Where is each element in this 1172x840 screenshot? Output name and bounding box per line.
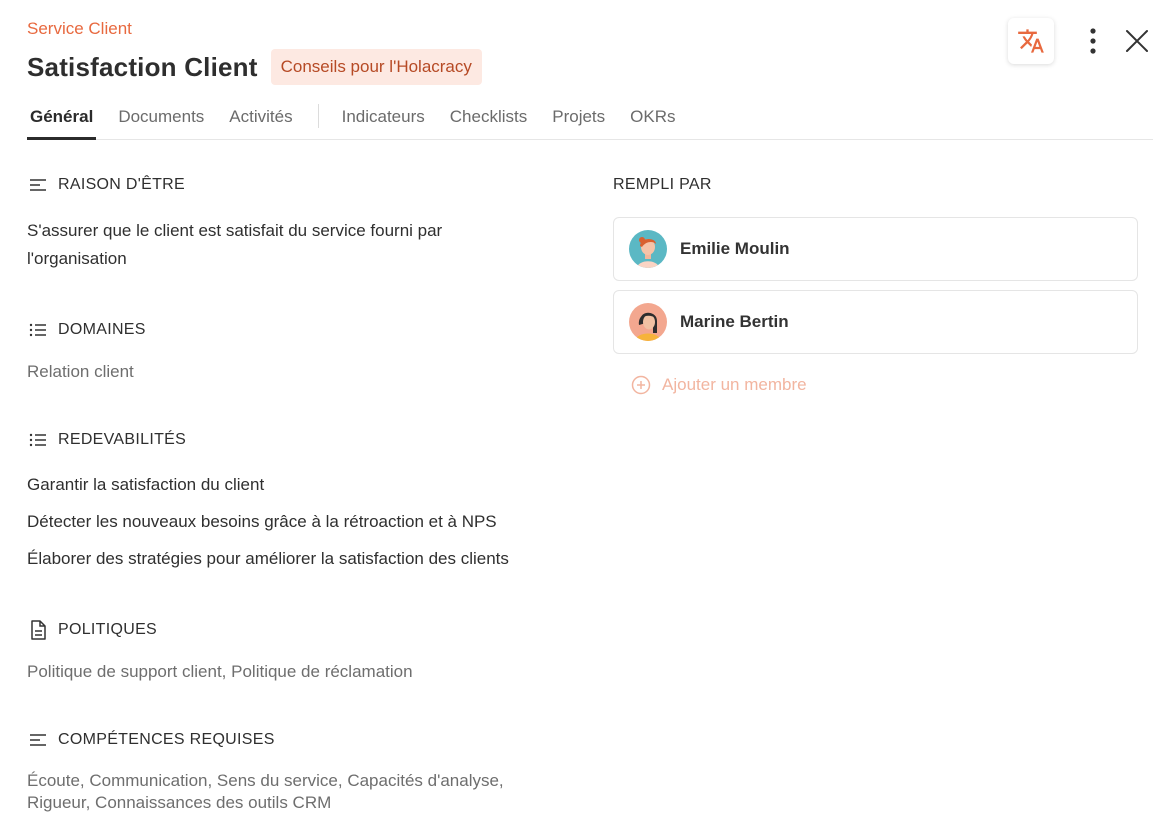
close-icon bbox=[1126, 30, 1148, 52]
add-member-label: Ajouter un membre bbox=[662, 375, 807, 394]
more-vertical-icon bbox=[1090, 28, 1096, 54]
purpose-line: l'organisation bbox=[27, 249, 127, 268]
avatar bbox=[629, 230, 667, 268]
member-card[interactable]: Marine Bertin bbox=[613, 290, 1138, 354]
tab-okrs[interactable]: OKRs bbox=[627, 104, 678, 139]
skills-line: Rigueur, Connaissances des outils CRM bbox=[27, 793, 332, 812]
translate-icon bbox=[1018, 29, 1044, 53]
more-options-button[interactable] bbox=[1078, 18, 1108, 64]
tab-projets[interactable]: Projets bbox=[549, 104, 608, 139]
tab-activites[interactable]: Activités bbox=[226, 104, 295, 139]
member-name: Marine Bertin bbox=[680, 312, 789, 331]
tab-divider bbox=[317, 104, 319, 128]
avatar bbox=[629, 303, 667, 341]
accountability-item: Élaborer des stratégies pour améliorer l… bbox=[27, 549, 509, 568]
holacracy-badge[interactable]: Conseils pour l'Holacracy bbox=[270, 49, 482, 85]
text-lines-icon bbox=[28, 175, 48, 195]
member-card[interactable]: Emilie Moulin bbox=[613, 217, 1138, 281]
domains-header: DOMAINES bbox=[28, 320, 146, 340]
skills-title: COMPÉTENCES REQUISES bbox=[58, 731, 275, 748]
skills-line: Écoute, Communication, Sens du service, … bbox=[27, 771, 504, 790]
list-icon bbox=[28, 320, 48, 340]
accountabilities-title: REDEVABILITÉS bbox=[58, 431, 187, 448]
purpose-title: RAISON D'ÊTRE bbox=[58, 176, 185, 193]
purpose-header: RAISON D'ÊTRE bbox=[28, 175, 185, 195]
tab-documents[interactable]: Documents bbox=[115, 104, 207, 139]
purpose-line: S'assurer que le client est satisfait du… bbox=[27, 221, 443, 240]
filled-by-title: REMPLI PAR bbox=[613, 176, 712, 193]
member-name: Emilie Moulin bbox=[680, 239, 790, 258]
policies-text: Politique de support client, Politique d… bbox=[27, 662, 413, 681]
tab-indicateurs[interactable]: Indicateurs bbox=[339, 104, 428, 139]
accountability-item: Détecter les nouveaux besoins grâce à la… bbox=[27, 512, 497, 531]
list-icon bbox=[28, 430, 48, 450]
policies-title: POLITIQUES bbox=[58, 621, 158, 638]
policies-header: POLITIQUES bbox=[28, 620, 157, 640]
top-actions bbox=[1008, 18, 1152, 64]
plus-circle-icon bbox=[631, 375, 651, 395]
add-member-button[interactable]: Ajouter un membre bbox=[631, 375, 807, 395]
tab-general[interactable]: Général bbox=[27, 104, 97, 140]
breadcrumb[interactable]: Service Client bbox=[27, 19, 132, 39]
document-icon bbox=[28, 620, 48, 640]
title-row: Satisfaction Client Conseils pour l'Hola… bbox=[27, 49, 482, 85]
accountabilities-header: REDEVABILITÉS bbox=[28, 430, 186, 450]
domains-text: Relation client bbox=[27, 362, 134, 381]
close-button[interactable] bbox=[1122, 18, 1152, 64]
purpose-text: S'assurer que le client est satisfait du… bbox=[27, 217, 442, 273]
page-title: Satisfaction Client bbox=[27, 51, 258, 82]
translate-button[interactable] bbox=[1008, 18, 1054, 64]
accountability-item: Garantir la satisfaction du client bbox=[27, 475, 265, 494]
domains-title: DOMAINES bbox=[58, 321, 146, 338]
tab-checklists[interactable]: Checklists bbox=[447, 104, 530, 139]
skills-header: COMPÉTENCES REQUISES bbox=[28, 730, 275, 750]
text-lines-icon bbox=[28, 730, 48, 750]
tab-bar: Général Documents Activités Indicateurs … bbox=[27, 104, 1153, 140]
skills-text: Écoute, Communication, Sens du service, … bbox=[27, 770, 504, 814]
